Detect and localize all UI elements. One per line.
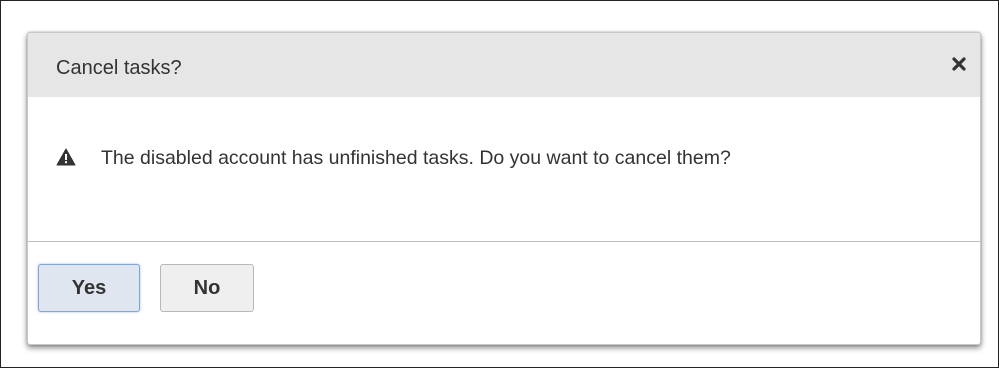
dialog-title: Cancel tasks? <box>56 57 182 79</box>
dialog-header: Cancel tasks? <box>28 33 980 97</box>
yes-button[interactable]: Yes <box>38 264 140 312</box>
warning-icon <box>56 148 76 166</box>
dialog-message: The disabled account has unfinished task… <box>101 147 731 169</box>
dialog-body: The disabled account has unfinished task… <box>28 97 980 241</box>
close-icon[interactable] <box>948 53 970 75</box>
confirm-dialog: Cancel tasks? The disabled account has u… <box>27 32 981 345</box>
screenshot-frame: Cancel tasks? The disabled account has u… <box>0 0 999 368</box>
footer-divider <box>28 241 980 242</box>
no-button[interactable]: No <box>160 264 254 312</box>
